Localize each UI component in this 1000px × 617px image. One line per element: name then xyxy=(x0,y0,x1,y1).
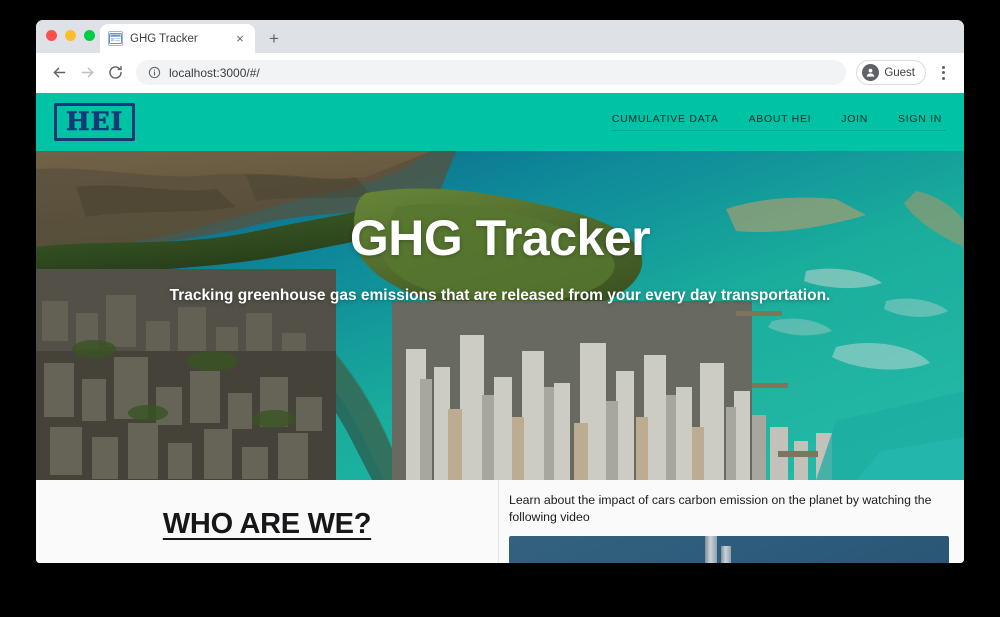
browser-menu-icon[interactable] xyxy=(932,60,954,86)
hero-background-image xyxy=(36,151,964,480)
video-player[interactable]: Greenhouse Gas xyxy=(509,535,949,563)
nav-link-about-hei[interactable]: ABOUT HEI xyxy=(749,113,812,125)
close-window-button[interactable] xyxy=(46,30,57,41)
video-column: Learn about the impact of cars carbon em… xyxy=(499,480,964,563)
video-lead-text: Learn about the impact of cars carbon em… xyxy=(509,493,932,524)
smokestack-shape xyxy=(705,535,717,563)
back-button-icon[interactable] xyxy=(46,60,72,86)
site-nav-links: CUMULATIVE DATA ABOUT HEI JOIN SIGN IN xyxy=(611,113,947,131)
nav-link-sign-in[interactable]: SIGN IN xyxy=(898,113,942,125)
hei-logo-text: HEI xyxy=(66,107,124,136)
browser-tab[interactable]: GHG Tracker × xyxy=(100,24,255,53)
close-tab-icon[interactable]: × xyxy=(233,32,247,45)
smokestack-shape xyxy=(721,545,731,563)
hei-logo[interactable]: HEI xyxy=(54,103,136,141)
profile-label: Guest xyxy=(884,66,915,79)
screen: GHG Tracker × + localhost:3000/#/ Guest … xyxy=(0,0,1000,617)
nav-link-join[interactable]: JOIN xyxy=(841,113,868,125)
who-are-we-heading: WHO ARE WE? xyxy=(162,508,372,540)
forward-button-icon[interactable] xyxy=(74,60,100,86)
nav-link-cumulative-data[interactable]: CUMULATIVE DATA xyxy=(612,113,719,125)
browser-tab-strip: GHG Tracker × + xyxy=(36,20,964,53)
site-navbar: HEI CUMULATIVE DATA ABOUT HEI JOIN SIGN … xyxy=(36,93,964,151)
site-info-icon[interactable] xyxy=(148,66,161,79)
browser-toolbar: localhost:3000/#/ Guest xyxy=(36,53,964,93)
hero-section: GHG Tracker Tracking greenhouse gas emis… xyxy=(36,151,964,480)
url-text: localhost:3000/#/ xyxy=(169,65,260,80)
address-bar[interactable]: localhost:3000/#/ xyxy=(136,60,847,85)
minimize-window-button[interactable] xyxy=(65,30,76,41)
video-title: Greenhouse Gas xyxy=(537,562,678,563)
tab-title: GHG Tracker xyxy=(130,32,198,45)
content-section: WHO ARE WE? Learn about the impact of ca… xyxy=(36,480,964,563)
reload-button-icon[interactable] xyxy=(102,60,128,86)
who-are-we-column: WHO ARE WE? xyxy=(36,480,499,563)
window-controls xyxy=(46,30,95,41)
new-tab-button[interactable]: + xyxy=(269,30,279,47)
favicon-icon xyxy=(108,31,123,46)
browser-window: GHG Tracker × + localhost:3000/#/ Guest … xyxy=(36,20,964,563)
avatar xyxy=(862,64,880,81)
page-viewport: HEI CUMULATIVE DATA ABOUT HEI JOIN SIGN … xyxy=(36,93,964,563)
maximize-window-button[interactable] xyxy=(84,30,95,41)
profile-button[interactable]: Guest xyxy=(856,60,926,85)
